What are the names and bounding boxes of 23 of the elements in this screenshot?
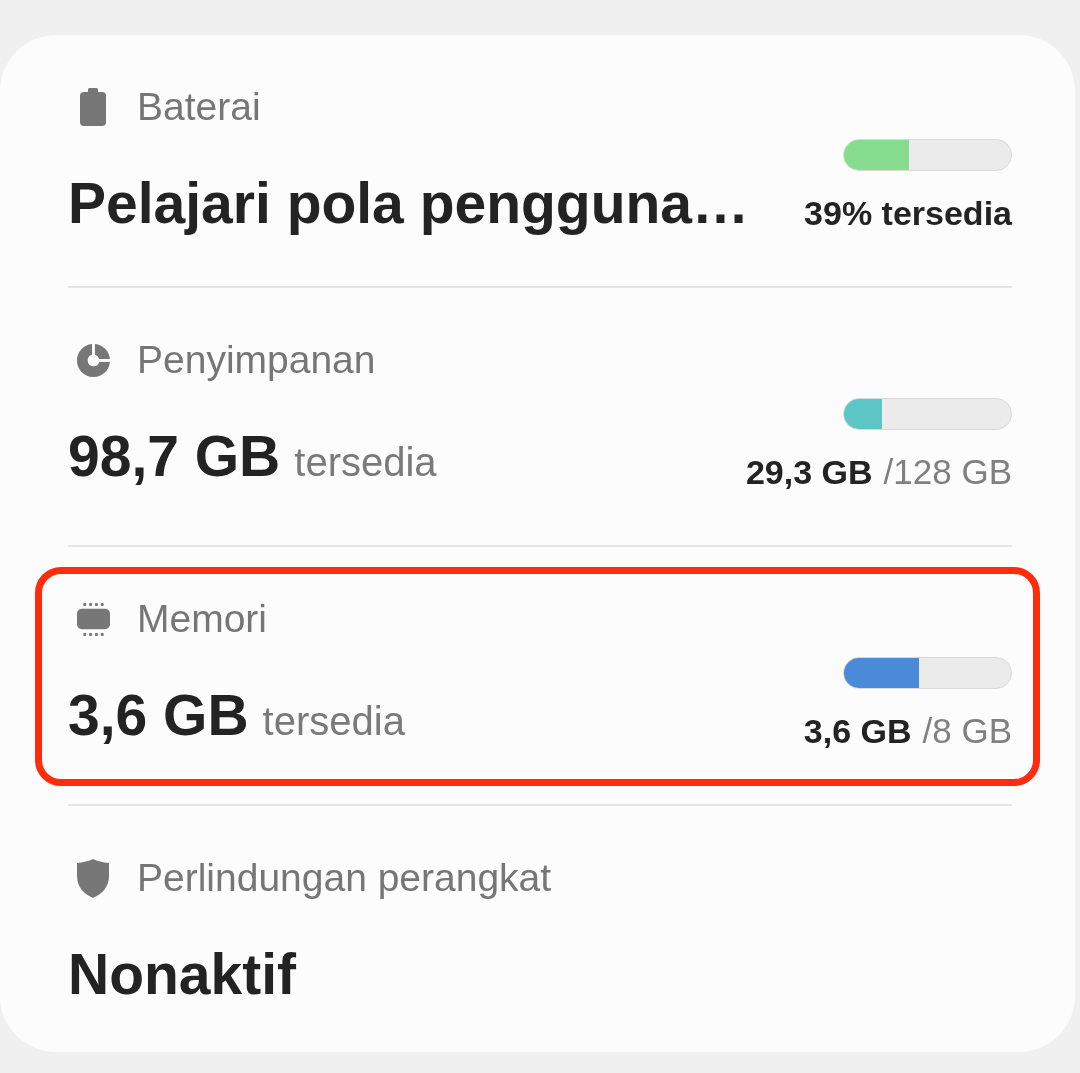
usage-value: 29,3 GB bbox=[745, 452, 873, 493]
unit-label: tersedia bbox=[262, 698, 405, 745]
capacity-total: /128 GB bbox=[883, 451, 1012, 493]
list-item[interactable]: Baterai Pelajari pola pengguna… 39% tersedia bbox=[35, 55, 1040, 268]
status-value: 98,7 GB bbox=[68, 424, 281, 488]
list-item[interactable]: Penyimpanan 98,7 GB tersedia 29,3 GB /128 GB bbox=[35, 308, 1040, 527]
shield-icon bbox=[77, 858, 109, 898]
section-title: Penyimpanan bbox=[137, 337, 376, 383]
section-title: Memori bbox=[137, 596, 267, 642]
usage-value: 3,6 GB bbox=[803, 711, 912, 752]
memory-chip-icon bbox=[76, 602, 110, 636]
unit-label: tersedia bbox=[294, 439, 437, 486]
capacity-total: /8 GB bbox=[922, 710, 1012, 752]
status-value: Pelajari pola pengguna… bbox=[68, 171, 749, 235]
pie-chart-icon bbox=[75, 342, 111, 378]
list-item[interactable]: Perlindungan perangkat Nonaktif bbox=[35, 826, 1040, 1039]
battery-icon bbox=[80, 88, 106, 126]
status-value: 3,6 GB bbox=[68, 683, 249, 747]
list-item[interactable]: Memori 3,6 GB tersedia 3,6 GB /8 GB bbox=[35, 567, 1040, 786]
section-title: Perlindungan perangkat bbox=[137, 855, 552, 901]
usage-value: 39% tersedia bbox=[804, 193, 1012, 234]
status-value: Nonaktif bbox=[68, 942, 296, 1006]
section-title: Baterai bbox=[137, 84, 261, 130]
